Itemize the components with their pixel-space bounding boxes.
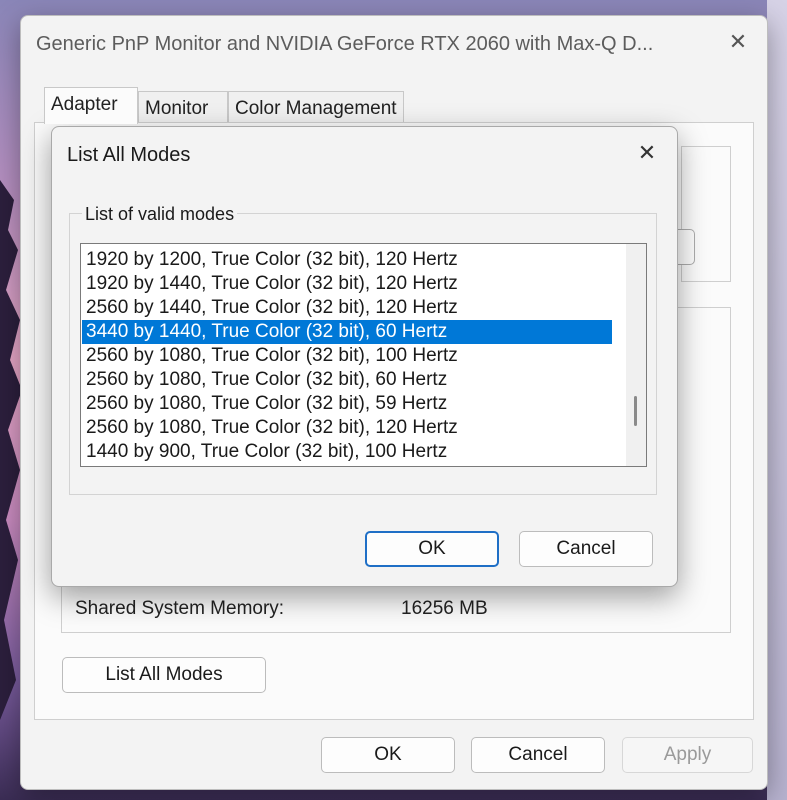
mode-item[interactable]: 1920 by 1200, True Color (32 bit), 120 H… bbox=[82, 248, 612, 272]
dialog-ok-button[interactable]: OK bbox=[365, 531, 499, 567]
window-title: Generic PnP Monitor and NVIDIA GeForce R… bbox=[36, 33, 654, 55]
tab-adapter[interactable]: Adapter bbox=[44, 87, 138, 124]
mode-item-selected[interactable]: 3440 by 1440, True Color (32 bit), 60 He… bbox=[82, 320, 612, 344]
apply-button[interactable]: Apply bbox=[622, 737, 753, 773]
cancel-button[interactable]: Cancel bbox=[471, 737, 605, 773]
mode-item[interactable]: 2560 by 1080, True Color (32 bit), 60 He… bbox=[82, 368, 612, 392]
vertical-scrollbar[interactable] bbox=[626, 244, 646, 466]
ok-button[interactable]: OK bbox=[321, 737, 455, 773]
modes-listbox[interactable]: 1920 by 1200, True Color (32 bit), 120 H… bbox=[80, 243, 647, 467]
dialog-cancel-button[interactable]: Cancel bbox=[519, 531, 653, 567]
mode-item[interactable]: 2560 by 1440, True Color (32 bit), 120 H… bbox=[82, 296, 612, 320]
mode-item[interactable]: 1440 by 900, True Color (32 bit), 100 He… bbox=[82, 440, 612, 464]
modes-list: 1920 by 1200, True Color (32 bit), 120 H… bbox=[82, 248, 612, 464]
scrollbar-thumb[interactable] bbox=[634, 396, 637, 426]
mode-item[interactable]: 2560 by 1080, True Color (32 bit), 100 H… bbox=[82, 344, 612, 368]
tab-monitor[interactable]: Monitor bbox=[138, 91, 228, 123]
shared-memory-value: 16256 MB bbox=[401, 598, 488, 619]
tab-color-management[interactable]: Color Management bbox=[228, 91, 404, 123]
shared-memory-label: Shared System Memory: bbox=[75, 598, 285, 619]
mode-item[interactable]: 1920 by 1440, True Color (32 bit), 120 H… bbox=[82, 272, 612, 296]
close-icon[interactable]: ✕ bbox=[635, 141, 659, 165]
mode-item[interactable]: 2560 by 1080, True Color (32 bit), 59 He… bbox=[82, 392, 612, 416]
valid-modes-label: List of valid modes bbox=[82, 204, 238, 225]
dialog-title: List All Modes bbox=[67, 144, 191, 166]
list-all-modes-dialog: List All Modes ✕ List of valid modes 192… bbox=[51, 126, 678, 587]
mode-item[interactable]: 2560 by 1080, True Color (32 bit), 120 H… bbox=[82, 416, 612, 440]
background-window-edge bbox=[767, 0, 787, 800]
close-icon[interactable]: ✕ bbox=[726, 30, 750, 54]
list-all-modes-button[interactable]: List All Modes bbox=[62, 657, 266, 693]
